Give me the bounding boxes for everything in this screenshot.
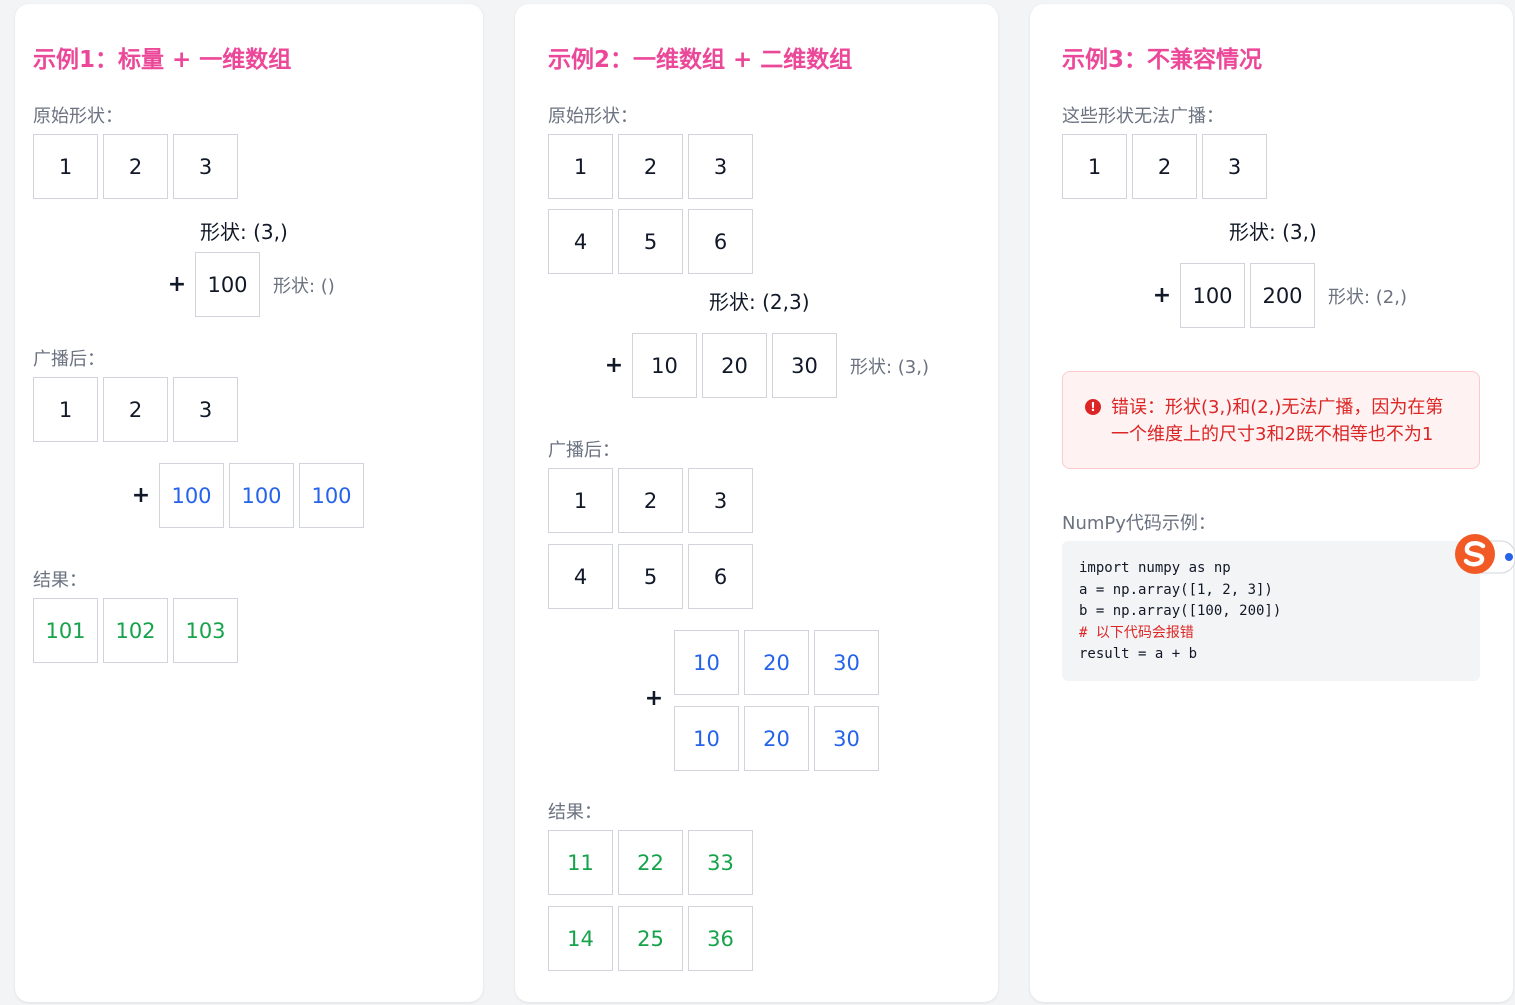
array-cell: 101: [33, 598, 98, 663]
array-cell: 100: [1180, 263, 1245, 328]
array-cell: 30: [814, 630, 879, 695]
array-cell: 3: [688, 468, 753, 533]
plus-sign: +: [131, 483, 151, 508]
array-cell: 100: [299, 463, 364, 528]
array-cell: 11: [548, 830, 613, 895]
example2-a-shape: 形状: (2,3): [709, 290, 810, 314]
example1-result-label: 结果：: [33, 570, 87, 591]
array-cell: 2: [1132, 134, 1197, 199]
example2-b-shape: 形状: (3,): [850, 356, 930, 378]
array-cell: 5: [618, 209, 683, 274]
array-cell: 2: [103, 377, 168, 442]
array-cell: 30: [772, 333, 837, 398]
array-cell: 103: [173, 598, 238, 663]
array-cell: 6: [688, 209, 753, 274]
code-comment-line: # 以下代码会报错: [1079, 624, 1194, 641]
code-line: b = np.array([100, 200]): [1079, 603, 1282, 619]
example3-card: 示例3：不兼容情况 这些形状无法广播： 1 2 3 形状: (3,) + 100…: [1030, 4, 1513, 1002]
array-cell: 200: [1250, 263, 1315, 328]
example2-a-row: 1 2 3: [548, 134, 758, 199]
array-cell: 102: [103, 598, 168, 663]
example2-result-label: 结果：: [548, 802, 602, 823]
example3-b-array: + 100 200 形状: (2,): [1144, 263, 1407, 328]
array-cell: 1: [548, 468, 613, 533]
array-cell: 3: [173, 134, 238, 199]
array-cell: 25: [618, 906, 683, 971]
example1-b-shape: 形状: (): [273, 275, 335, 297]
array-cell: 1: [33, 134, 98, 199]
example1-a-shape: 形状: (3,): [200, 220, 288, 244]
array-cell: 2: [618, 468, 683, 533]
array-cell: 20: [702, 333, 767, 398]
array-cell: 14: [548, 906, 613, 971]
example2-a-broadcast-row: 1 2 3: [548, 468, 758, 533]
example2-title: 示例2：一维数组 + 二维数组: [548, 47, 853, 73]
example1-a-array: 1 2 3: [33, 134, 243, 199]
example2-result-row: 14 25 36: [548, 906, 758, 971]
example1-b-array: + 100 形状: (): [159, 252, 335, 317]
example2-b-broadcast-row: 10 20 30: [674, 630, 884, 695]
example1-original-label: 原始形状：: [33, 106, 123, 127]
example2-b-broadcast-row: 10 20 30: [674, 706, 884, 771]
example3-b-shape: 形状: (2,): [1328, 286, 1408, 308]
array-cell: 2: [618, 134, 683, 199]
example2-broadcast-label: 广播后：: [548, 440, 620, 461]
example2-card: 示例2：一维数组 + 二维数组 原始形状： 1 2 3 4 5 6 形状: (2…: [515, 4, 998, 1002]
sogou-logo-icon: [1455, 534, 1515, 574]
code-line: import numpy as np: [1079, 560, 1231, 576]
array-cell: 2: [103, 134, 168, 199]
example3-intro-label: 这些形状无法广播：: [1062, 106, 1224, 127]
array-cell: 3: [173, 377, 238, 442]
example3-a-array: 1 2 3: [1062, 134, 1272, 199]
plus-sign: +: [1152, 283, 1172, 308]
example1-result-array: 101 102 103: [33, 598, 243, 663]
example2-b-array: + 10 20 30 形状: (3,): [596, 333, 929, 398]
exclamation-circle-icon: !: [1085, 399, 1101, 415]
example1-title: 示例1：标量 + 一维数组: [33, 47, 292, 73]
array-cell: 22: [618, 830, 683, 895]
input-method-widget[interactable]: [1453, 531, 1515, 577]
array-cell: 30: [814, 706, 879, 771]
array-cell: 36: [688, 906, 753, 971]
error-alert: ! 错误：形状(3,)和(2,)无法广播，因为在第一个维度上的尺寸3和2既不相等…: [1062, 371, 1480, 469]
example1-card: 示例1：标量 + 一维数组 原始形状： 1 2 3 形状: (3,) + 100…: [15, 4, 483, 1002]
array-cell: 10: [674, 630, 739, 695]
array-cell: 5: [618, 544, 683, 609]
plus-sign: +: [167, 272, 187, 297]
array-cell: 1: [33, 377, 98, 442]
example2-a-row: 4 5 6: [548, 209, 758, 274]
example3-title: 示例3：不兼容情况: [1062, 47, 1263, 73]
array-cell: 1: [1062, 134, 1127, 199]
array-cell: 20: [744, 630, 809, 695]
example2-result-row: 11 22 33: [548, 830, 758, 895]
array-cell: 4: [548, 209, 613, 274]
array-cell: 3: [1202, 134, 1267, 199]
array-cell: 10: [674, 706, 739, 771]
code-block: import numpy as np a = np.array([1, 2, 3]…: [1062, 541, 1480, 681]
example1-a-broadcast: 1 2 3: [33, 377, 243, 442]
code-line: result = a + b: [1079, 646, 1198, 662]
code-example-label: NumPy代码示例：: [1062, 513, 1216, 534]
array-cell: 4: [548, 544, 613, 609]
example2-original-label: 原始形状：: [548, 106, 638, 127]
example1-b-broadcast: + 100 100 100: [123, 463, 369, 528]
example1-broadcast-label: 广播后：: [33, 349, 105, 370]
code-line: a = np.array([1, 2, 3]): [1079, 581, 1273, 598]
array-cell: 3: [688, 134, 753, 199]
example2-a-broadcast-row: 4 5 6: [548, 544, 758, 609]
example3-a-shape: 形状: (3,): [1229, 220, 1317, 244]
array-cell: 100: [195, 252, 260, 317]
array-cell: 6: [688, 544, 753, 609]
array-cell: 1: [548, 134, 613, 199]
array-cell: 33: [688, 830, 753, 895]
plus-sign: +: [604, 353, 624, 378]
array-cell: 20: [744, 706, 809, 771]
array-cell: 100: [159, 463, 224, 528]
array-cell: 100: [229, 463, 294, 528]
plus-sign: +: [644, 686, 664, 711]
array-cell: 10: [632, 333, 697, 398]
error-message: 错误：形状(3,)和(2,)无法广播，因为在第一个维度上的尺寸3和2既不相等也不…: [1111, 397, 1444, 445]
